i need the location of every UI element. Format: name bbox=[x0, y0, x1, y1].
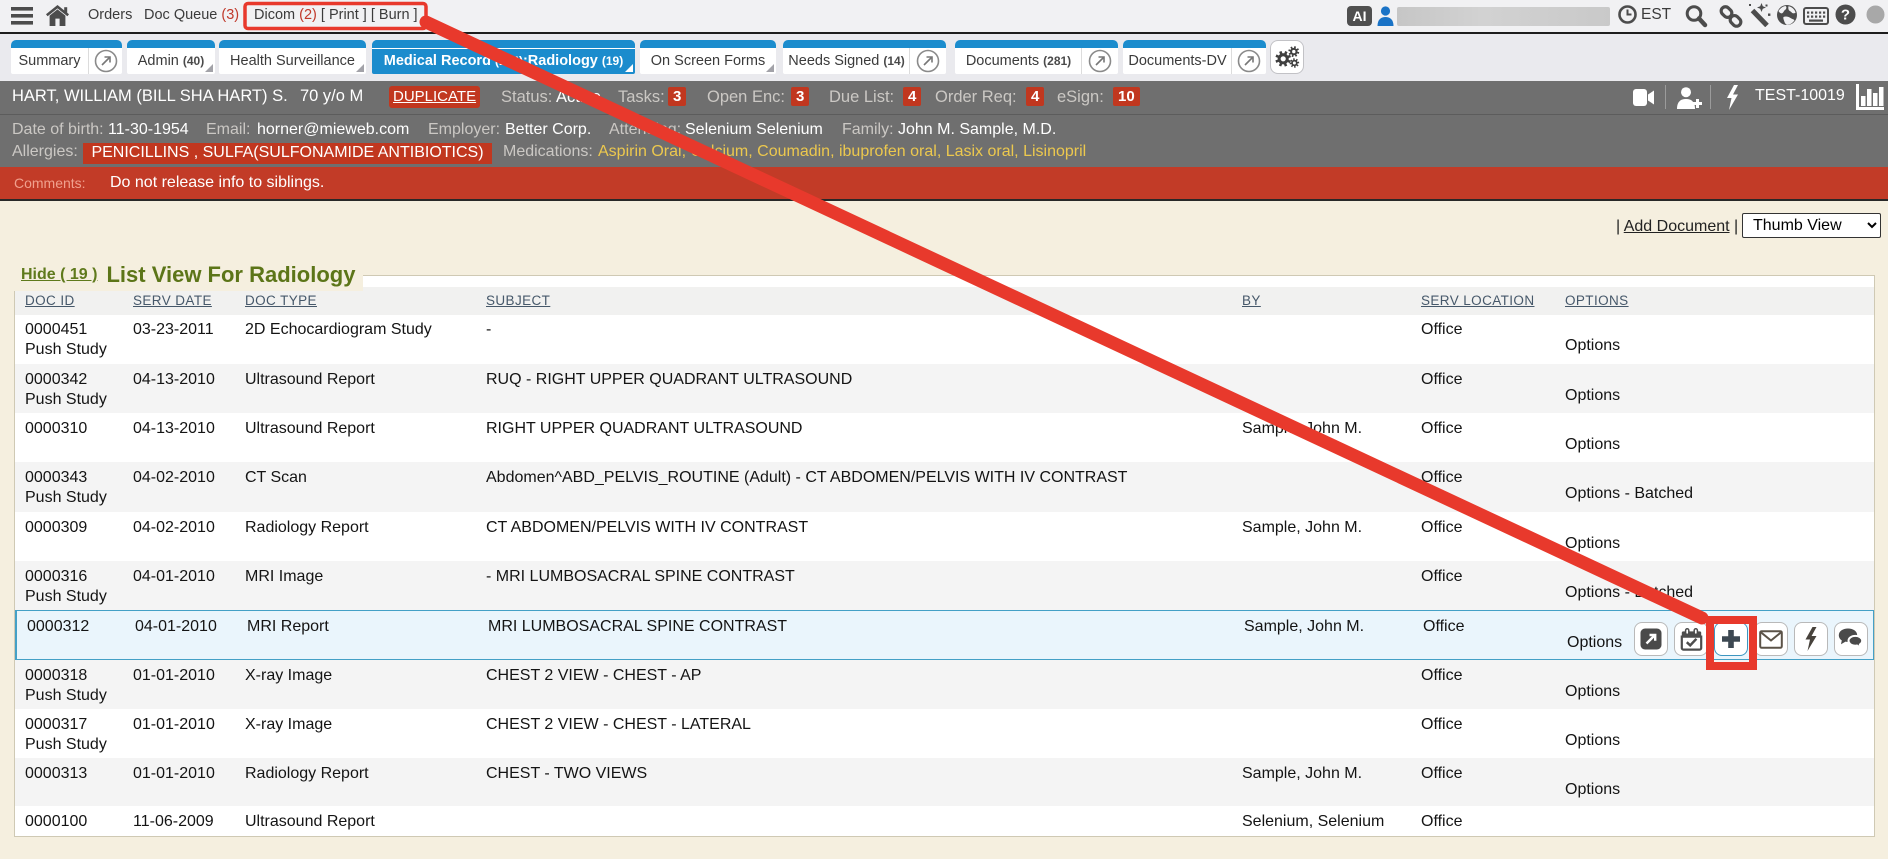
svg-text:?: ? bbox=[1841, 7, 1850, 24]
